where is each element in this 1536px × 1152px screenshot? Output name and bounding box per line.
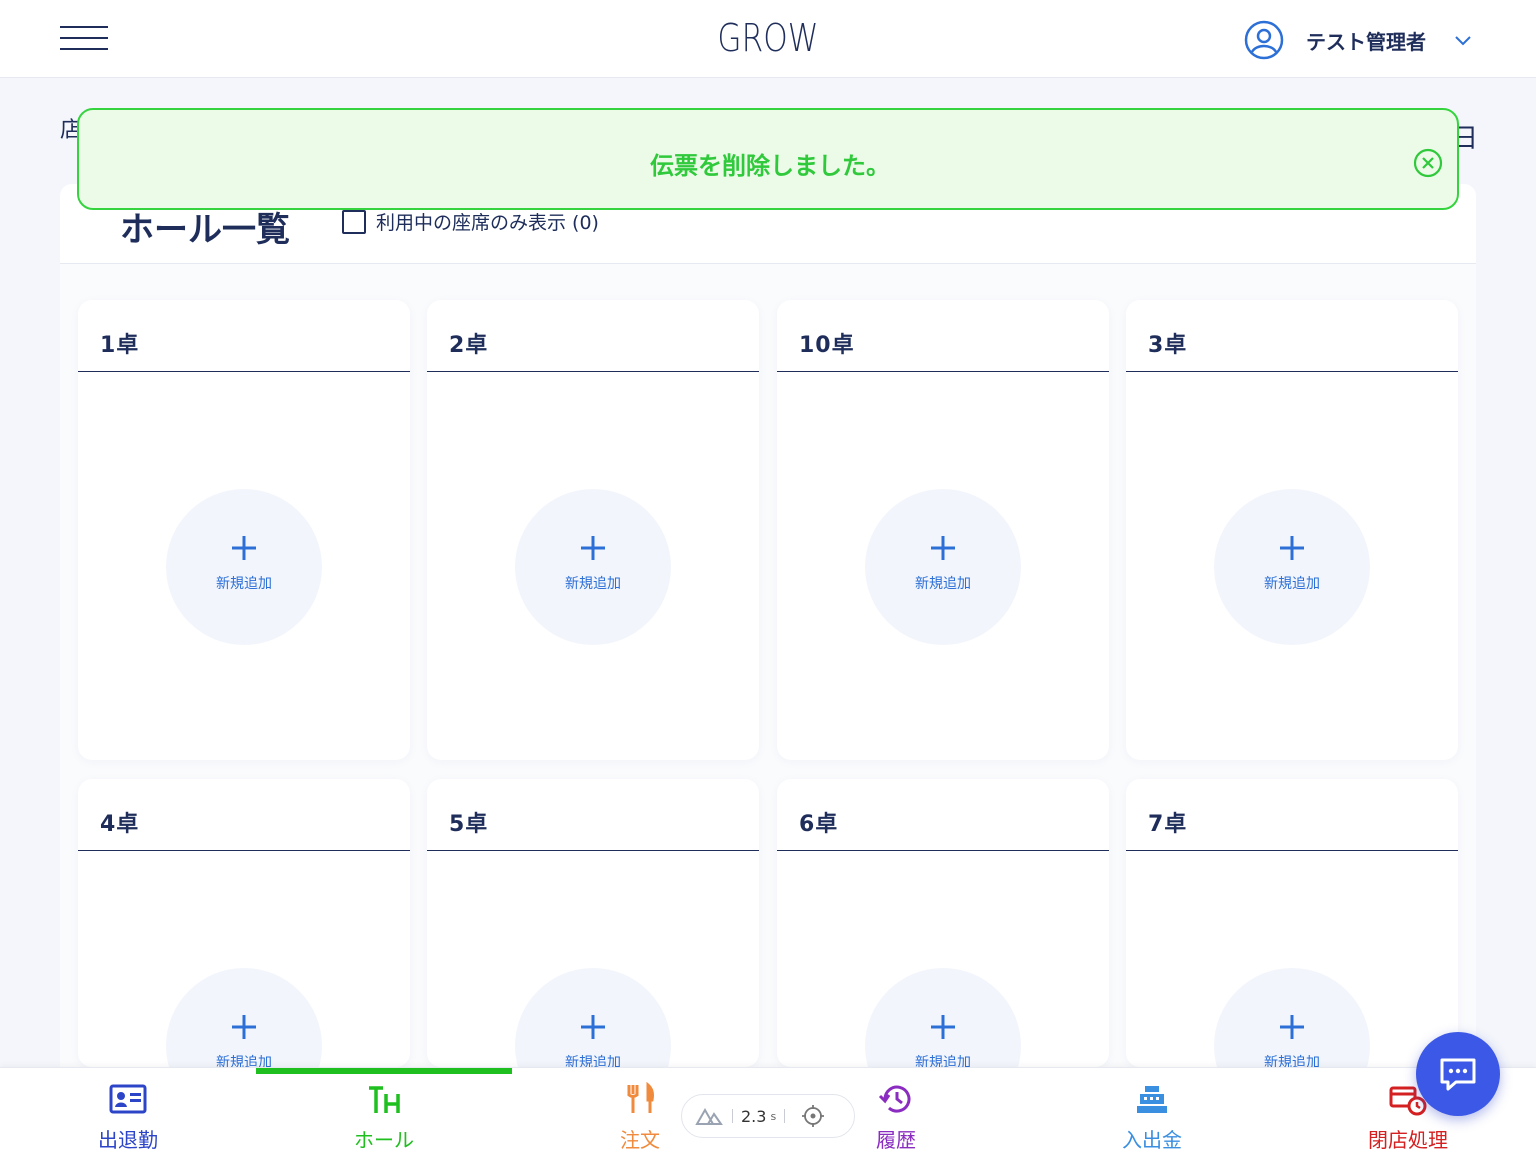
table-card-header: 10卓 [777,300,1109,372]
success-toast: 伝票を削除しました。 [77,108,1459,210]
perf-unit: s [770,1109,777,1123]
chat-bubble-icon [1440,1058,1476,1091]
toast-message: 伝票を削除しました。 [650,152,890,180]
table-card-header: 1卓 [78,300,410,372]
plus-icon [1280,536,1304,560]
user-name: テスト管理者 [1306,29,1426,54]
plus-icon [1280,1015,1304,1039]
table-card: 2卓 新規追加 [427,300,759,760]
plus-icon [581,1015,605,1039]
add-label: 新規追加 [565,576,621,592]
nav-hall[interactable]: ホール [256,1068,512,1152]
table-name: 4卓 [100,812,140,837]
nav-attendance[interactable]: 出退勤 [0,1068,256,1152]
add-order-button[interactable]: 新規追加 [1214,489,1370,645]
table-name: 6卓 [799,812,839,837]
plus-icon [581,536,605,560]
filter-label: 利用中の座席のみ表示 (0) [376,212,599,234]
plus-icon [232,536,256,560]
divider [732,1109,733,1123]
perf-value: 2.3 [741,1106,767,1126]
table-card: 7卓 新規追加 [1126,779,1458,1124]
table-card: 4卓 新規追加 [78,779,410,1124]
table-card-header: 6卓 [777,779,1109,851]
table-name: 5卓 [449,812,489,837]
cash-register-icon [1137,1086,1167,1113]
table-card-header: 2卓 [427,300,759,372]
add-label: 新規追加 [216,576,272,592]
table-name: 3卓 [1148,333,1188,358]
hall-icon [369,1086,400,1113]
perf-badge: 2.3 s [681,1094,855,1138]
table-card: 6卓 新規追加 [777,779,1109,1124]
table-card-header: 7卓 [1126,779,1458,851]
add-label: 新規追加 [1264,576,1320,592]
plus-icon [931,1015,955,1039]
add-order-button[interactable]: 新規追加 [166,489,322,645]
nav-cash[interactable]: 入出金 [1024,1068,1280,1152]
table-name: 2卓 [449,333,489,358]
nav-label: 閉店処理 [1368,1128,1448,1152]
crosshair-icon[interactable] [801,1104,825,1128]
user-menu[interactable]: テスト管理者 [1244,20,1472,60]
menu-icon[interactable] [60,26,108,52]
table-card-header: 4卓 [78,779,410,851]
table-card: 10卓 新規追加 [777,300,1109,760]
plus-icon [931,536,955,560]
table-card: 1卓 新規追加 [78,300,410,760]
table-name: 7卓 [1148,812,1188,837]
table-name: 10卓 [799,333,855,358]
table-card-header: 5卓 [427,779,759,851]
table-name: 1卓 [100,333,140,358]
in-use-filter[interactable]: 利用中の座席のみ表示 (0) [342,208,599,235]
id-card-icon [109,1084,147,1114]
app-header: GROW テスト管理者 [0,0,1536,78]
close-circle-icon[interactable] [1413,148,1443,178]
add-label: 新規追加 [915,576,971,592]
divider [784,1109,786,1123]
nav-label: 出退勤 [98,1128,158,1152]
nav-label: 入出金 [1122,1128,1182,1152]
history-icon [878,1085,911,1113]
table-card: 3卓 新規追加 [1126,300,1458,760]
nuxt-logo-icon [695,1107,723,1125]
table-card-header: 3卓 [1126,300,1458,372]
plus-icon [232,1015,256,1039]
table-card: 5卓 新規追加 [427,779,759,1124]
chevron-down-icon [1455,36,1471,46]
fork-knife-icon [626,1082,654,1113]
app-logo: GROW [717,16,819,60]
chat-button[interactable] [1416,1032,1500,1116]
add-order-button[interactable]: 新規追加 [865,489,1021,645]
in-use-checkbox[interactable] [342,209,366,234]
nav-label: ホール [354,1128,414,1152]
add-order-button[interactable]: 新規追加 [515,489,671,645]
user-avatar-icon [1244,20,1284,60]
